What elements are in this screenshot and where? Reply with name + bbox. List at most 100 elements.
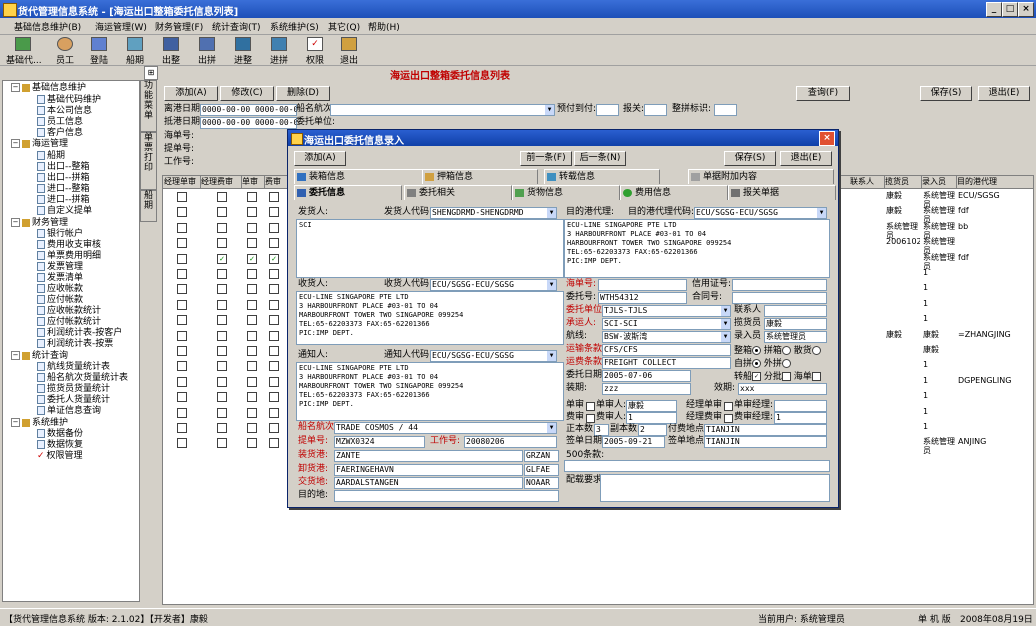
pod-code-field[interactable]: GLFAE [524, 464, 559, 476]
contact-field[interactable] [764, 305, 827, 317]
menu-help[interactable]: 帮助(H) [368, 20, 400, 33]
tree-item[interactable]: 数据备份 [37, 429, 83, 440]
tab-packing[interactable]: 装箱信息 [294, 169, 426, 184]
tab-fees[interactable]: 费用信息 [620, 185, 728, 200]
row-checkbox[interactable] [217, 423, 227, 433]
row-checkbox[interactable] [177, 407, 187, 418]
row-checkbox[interactable] [247, 238, 257, 249]
row-checkbox[interactable] [177, 361, 187, 372]
consignee-text[interactable]: ECU-LINE SINGAPORE PTE LTD 3 HARBOURFRON… [296, 291, 564, 345]
tree-item[interactable]: − 系统维护 [11, 418, 68, 429]
row-checkbox[interactable] [177, 192, 187, 202]
row-checkbox[interactable] [177, 330, 187, 341]
tree-item[interactable]: 利润统计表-按票 [37, 339, 113, 350]
tree-item[interactable]: 自定义提单 [37, 206, 92, 217]
row-checkbox[interactable] [247, 438, 257, 449]
seawaybill-checkbox[interactable] [811, 372, 821, 381]
delivery-field[interactable]: AARDALSTANGEN [334, 477, 523, 489]
row-checkbox[interactable] [217, 269, 227, 279]
tree-item[interactable]: 应收帐款统计 [37, 306, 101, 317]
dest-field[interactable] [334, 490, 559, 502]
dialog-next-button[interactable]: 后一条(N) [574, 151, 626, 166]
expand-toggle-icon[interactable]: − [11, 83, 20, 92]
row-checkbox[interactable] [247, 376, 257, 387]
row-checkbox[interactable] [269, 423, 279, 433]
valid-field[interactable]: xxx [738, 383, 827, 395]
expand-toggle-icon[interactable]: − [11, 418, 20, 427]
tree-item[interactable]: 船名航次货量统计表 [37, 373, 128, 384]
minimize-button[interactable]: _ [986, 2, 1002, 17]
row-checkbox[interactable] [217, 438, 227, 449]
row-checkbox[interactable] [247, 284, 257, 295]
tree-item[interactable]: 应收帐款 [37, 284, 83, 295]
row-checkbox[interactable] [247, 207, 257, 218]
partial-checkbox[interactable] [781, 372, 791, 381]
row-checkbox[interactable] [217, 238, 227, 249]
row-checkbox[interactable] [247, 423, 257, 433]
tree-item[interactable]: 利润统计表-按客户 [37, 328, 122, 339]
row-checkbox[interactable] [177, 284, 187, 295]
tree-item[interactable]: 航线货量统计表 [37, 362, 110, 373]
tree-item[interactable]: ✓ 权限管理 [37, 451, 83, 462]
tree-item[interactable]: 委托人货量统计 [37, 395, 110, 406]
tree-item[interactable]: 出口--整箱 [37, 162, 90, 173]
tree-item[interactable]: 应付帐款统计 [37, 317, 101, 328]
toolbar-import-fcl-button[interactable]: 进整 [226, 36, 260, 66]
row-checkbox[interactable] [247, 192, 257, 202]
row-checkbox[interactable] [217, 284, 227, 295]
mgr-fee-checkbox[interactable] [724, 414, 733, 423]
solicitor-field[interactable]: 康毅 [764, 318, 827, 330]
row-checkbox[interactable] [217, 361, 227, 372]
clause-field[interactable] [564, 460, 830, 472]
agent-code-select[interactable]: ECU/SGSG-ECU/SGSG ▼ [694, 207, 827, 219]
row-checkbox[interactable] [177, 392, 187, 403]
doc-check-checkbox[interactable] [586, 402, 595, 411]
period-field[interactable]: zzz [602, 383, 691, 395]
row-checkbox[interactable] [247, 407, 257, 418]
menu-basic[interactable]: 基础信息维护(B) [14, 20, 81, 33]
whole-radio[interactable] [752, 346, 762, 355]
tree-item[interactable]: 揽货员货量统计 [37, 384, 110, 395]
row-checkbox[interactable] [269, 207, 279, 218]
shipper-code-select[interactable]: SHENGDRMD-SHENGDRMD ▼ [430, 207, 557, 219]
vtab-function-menu[interactable]: 功能菜单 [140, 80, 157, 132]
tab-doc-extra[interactable]: 单据附加内容 [688, 169, 834, 184]
maximize-button[interactable]: □ [1002, 2, 1018, 17]
copy-field[interactable]: 2 [638, 424, 667, 436]
contract-field[interactable] [732, 292, 827, 304]
row-checkbox[interactable] [269, 284, 279, 295]
row-checkbox[interactable] [177, 269, 187, 279]
row-checkbox[interactable] [177, 346, 187, 356]
pol-code-field[interactable]: GRZAN [524, 450, 559, 462]
mgr-fee-person-field[interactable]: 1 [774, 412, 827, 424]
row-checkbox[interactable] [269, 407, 279, 418]
row-checkbox[interactable] [177, 222, 187, 233]
row-checkbox[interactable] [217, 330, 227, 341]
entrust-unit-select[interactable]: TJLS-TJLS ▼ [602, 305, 731, 317]
delete-button[interactable]: 删除(D) [276, 86, 330, 101]
tree-item[interactable]: 发票管理 [37, 262, 83, 273]
arrive-date-range[interactable]: 0000-00-00 0000-00-00 [200, 117, 297, 129]
pay-place-field[interactable]: TIANJIN [704, 424, 827, 436]
lc-field[interactable] [732, 279, 827, 291]
row-checkbox[interactable]: ✓ [217, 253, 227, 264]
row-checkbox[interactable] [247, 330, 257, 341]
tree-item[interactable]: 费用收支审核 [37, 240, 101, 251]
tree-item[interactable]: 基础代码维护 [37, 95, 101, 106]
query-button[interactable]: 查询(F) [796, 86, 850, 101]
tree-item[interactable]: 进口--整箱 [37, 184, 90, 195]
dialog-close-button[interactable]: × [819, 131, 835, 146]
freight-field[interactable]: FREIGHT COLLECT [602, 357, 731, 369]
expand-toggle-icon[interactable]: − [11, 139, 20, 148]
row-checkbox[interactable] [247, 269, 257, 279]
row-checkbox[interactable] [217, 376, 227, 387]
wholebox-field[interactable] [714, 104, 737, 116]
prepaid-field[interactable] [596, 104, 619, 116]
tree-item[interactable]: 本公司信息 [37, 106, 92, 117]
tree-item[interactable]: − 财务管理 [11, 218, 68, 229]
depart-date-range[interactable]: 0000-00-00 0000-00-00 [200, 104, 297, 116]
row-checkbox[interactable] [217, 392, 227, 403]
tree-item[interactable]: − 海运管理 [11, 139, 68, 150]
tree-item[interactable]: 银行帐户 [37, 229, 83, 240]
notify-code-select[interactable]: ECU/SGSG-ECU/SGSG ▼ [430, 350, 557, 362]
